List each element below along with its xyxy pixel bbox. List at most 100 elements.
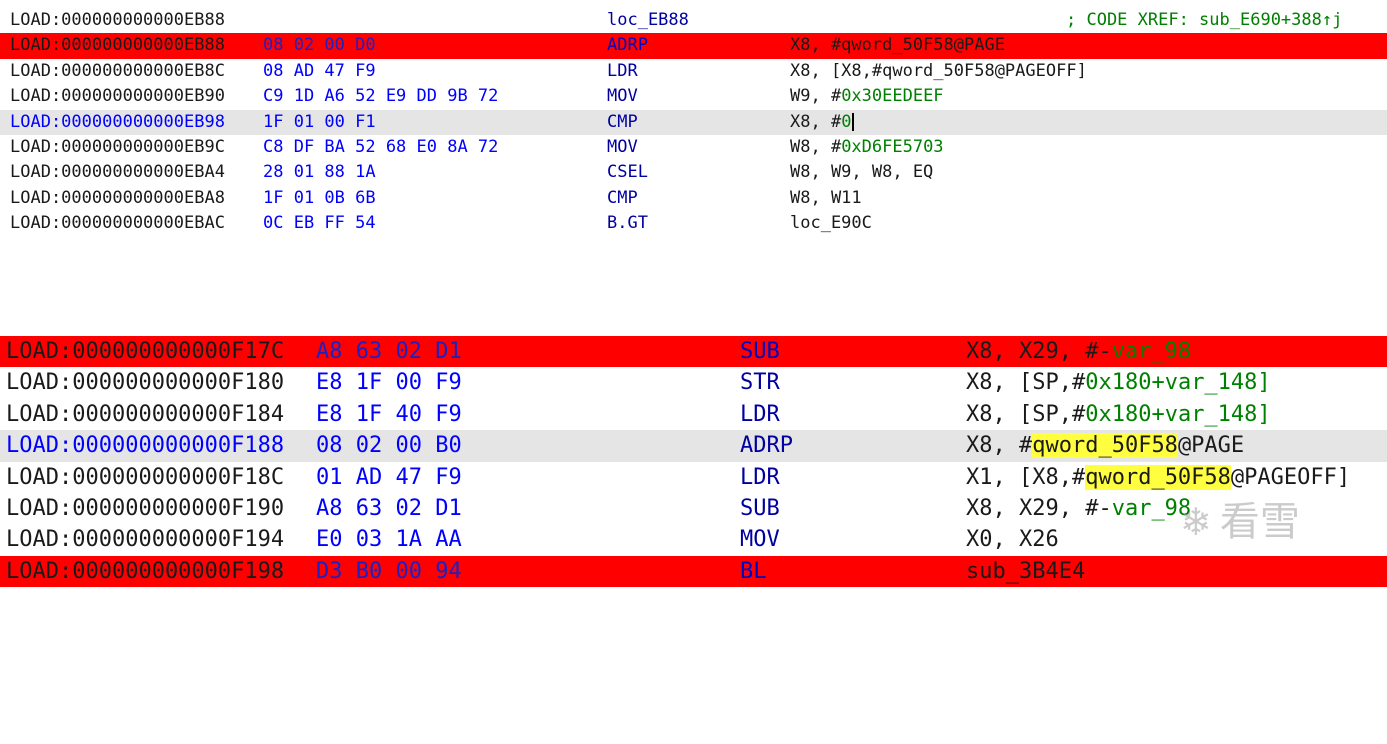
watermark-text: 看雪 <box>1219 499 1300 545</box>
mnemonic: LDR <box>740 464 780 490</box>
opcode-bytes: E8 1F 00 F9 <box>316 370 462 396</box>
opcode-bytes: C9 1D A6 52 E9 DD 9B 72 <box>263 86 499 107</box>
address: LOAD:000000000000F190 <box>6 496 285 521</box>
watermark: ❄ 看雪 <box>1180 492 1380 552</box>
operands[interactable]: X8, [X8,#qword_50F58@PAGEOFF] <box>790 59 1087 84</box>
operand-immediate: 0x30EEDEEF <box>841 86 944 107</box>
mnemonic: ADRP <box>607 35 648 56</box>
bottom-disassembly-view[interactable]: LOAD:000000000000F17C A8 63 02 D1 SUB X8… <box>0 336 1387 589</box>
address: LOAD:000000000000EBA8 <box>10 187 225 208</box>
operand-text: W9, # <box>790 86 842 107</box>
operand-variable: +var_148] <box>1151 370 1271 396</box>
label-row[interactable]: LOAD:000000000000EB88 loc_EB88 ; CODE XR… <box>0 8 1387 33</box>
operands[interactable]: W9, #0x30EEDEEF <box>790 84 944 109</box>
operands[interactable]: X8, #qword_50F58@PAGE <box>790 33 1005 58</box>
mnemonic: SUB <box>740 496 780 521</box>
instruction-row[interactable]: LOAD:000000000000EBA4 28 01 88 1A CSEL W… <box>0 160 1387 185</box>
instruction-row-breakpoint[interactable]: LOAD:000000000000F17C A8 63 02 D1 SUB X8… <box>0 336 1387 368</box>
operand-text: X8, # <box>966 433 1033 459</box>
instruction-row[interactable]: LOAD:000000000000EBA8 1F 01 0B 6B CMP W8… <box>0 186 1387 211</box>
opcode-bytes: 1F 01 0B 6B <box>263 187 376 208</box>
highlighted-symbol[interactable]: qword_50F58 <box>1032 433 1178 459</box>
mnemonic: MOV <box>607 86 638 107</box>
mnemonic: LDR <box>607 60 638 81</box>
snowflake-icon: ❄ <box>1180 500 1212 544</box>
operands[interactable]: X8, X29, #-var_98 <box>966 336 1191 367</box>
opcode-bytes: 08 02 00 B0 <box>316 433 462 459</box>
operands[interactable]: X8, [SP,#0x180+var_148] <box>966 367 1271 398</box>
address: LOAD:000000000000F17C <box>6 339 285 364</box>
opcode-bytes: 01 AD 47 F9 <box>316 464 462 490</box>
address: LOAD:000000000000EB8C <box>10 60 225 81</box>
instruction-row-current[interactable]: LOAD:000000000000F188 08 02 00 B0 ADRP X… <box>0 430 1387 462</box>
operand-suffix: @PAGEOFF] <box>1230 464 1351 490</box>
mnemonic: CSEL <box>607 162 648 183</box>
address: LOAD:000000000000EB88 <box>10 35 225 56</box>
operand-text: W8, # <box>790 137 842 157</box>
highlighted-symbol[interactable]: qword_50F58 <box>1085 464 1231 490</box>
operands[interactable]: X8, [SP,#0x180+var_148] <box>966 399 1271 430</box>
instruction-row[interactable]: LOAD:000000000000F190 A8 63 02 D1 SUB X8… <box>0 493 1387 524</box>
instruction-row-current[interactable]: LOAD:000000000000EB98 1F 01 00 F1 CMP X8… <box>0 109 1387 135</box>
mnemonic: CMP <box>607 111 638 132</box>
address: LOAD:000000000000EB98 <box>10 111 225 132</box>
instruction-row[interactable]: LOAD:000000000000EB90 C9 1D A6 52 E9 DD … <box>0 84 1387 109</box>
opcode-bytes: 08 02 00 D0 <box>263 35 376 56</box>
address: LOAD:000000000000EBAC <box>10 213 225 234</box>
opcode-bytes: 1F 01 00 F1 <box>263 111 376 132</box>
code-xref-comment[interactable]: ; CODE XREF: sub_E690+388↑j <box>1066 8 1342 33</box>
operand-immediate: 0x180 <box>1085 370 1152 396</box>
mnemonic: BL <box>740 558 767 584</box>
operand-immediate: 0xD6FE5703 <box>841 137 944 157</box>
address: LOAD:000000000000EB90 <box>10 86 225 107</box>
mnemonic: B.GT <box>607 213 648 234</box>
mnemonic: CMP <box>607 187 638 208</box>
opcode-bytes: A8 63 02 D1 <box>316 339 462 364</box>
address: LOAD:000000000000EB88 <box>10 10 225 30</box>
mnemonic: STR <box>740 370 780 396</box>
opcode-bytes: 0C EB FF 54 <box>263 213 376 234</box>
instruction-row[interactable]: LOAD:000000000000EB9C C8 DF BA 52 68 E0 … <box>0 135 1387 160</box>
operands[interactable]: X0, X26 <box>966 524 1059 555</box>
instruction-row[interactable]: LOAD:000000000000F184 E8 1F 40 F9 LDR X8… <box>0 399 1387 430</box>
mnemonic: LDR <box>740 401 780 427</box>
address: LOAD:000000000000F184 <box>6 401 285 427</box>
instruction-row-breakpoint[interactable]: LOAD:000000000000EB88 08 02 00 D0 ADRP X… <box>0 33 1387 59</box>
mnemonic: ADRP <box>740 433 793 459</box>
operand-text: X8, [SP,# <box>966 401 1086 427</box>
opcode-bytes: A8 63 02 D1 <box>316 496 462 521</box>
operands[interactable]: W8, W11 <box>790 186 862 211</box>
opcode-bytes: 28 01 88 1A <box>263 162 376 183</box>
operand-text: X8, X29, #- <box>966 339 1112 364</box>
address: LOAD:000000000000F198 <box>6 558 285 584</box>
instruction-row[interactable]: LOAD:000000000000EBAC 0C EB FF 54 B.GT l… <box>0 211 1387 236</box>
operand-variable: var_98 <box>1111 339 1192 364</box>
instruction-row[interactable]: LOAD:000000000000EB8C 08 AD 47 F9 LDR X8… <box>0 59 1387 84</box>
top-disassembly-view[interactable]: LOAD:000000000000EB88 loc_EB88 ; CODE XR… <box>0 8 1387 250</box>
instruction-row[interactable]: LOAD:000000000000F180 E8 1F 00 F9 STR X8… <box>0 367 1387 398</box>
operand-text: X8, [SP,# <box>966 370 1086 396</box>
instruction-row-breakpoint[interactable]: LOAD:000000000000F198 D3 B0 00 94 BL sub… <box>0 555 1387 588</box>
operands[interactable]: sub_3B4E4 <box>966 556 1085 587</box>
address: LOAD:000000000000EBA4 <box>10 162 225 183</box>
address: LOAD:000000000000F180 <box>6 370 285 396</box>
instruction-row[interactable]: LOAD:000000000000F194 E0 03 1A AA MOV X0… <box>0 524 1387 555</box>
operands[interactable]: X1, [X8,#qword_50F58@PAGEOFF] <box>966 462 1350 493</box>
opcode-bytes: C8 DF BA 52 68 E0 8A 72 <box>263 137 499 157</box>
operand-variable: +var_148] <box>1151 401 1271 427</box>
operands[interactable]: loc_E90C <box>790 211 872 236</box>
operand-immediate: 0 <box>841 111 852 132</box>
operands[interactable]: W8, #0xD6FE5703 <box>790 135 944 160</box>
opcode-bytes: 08 AD 47 F9 <box>263 60 376 81</box>
operands[interactable]: X8, X29, #-var_98 <box>966 493 1191 524</box>
operands[interactable]: W8, W9, W8, EQ <box>790 160 933 185</box>
opcode-bytes: D3 B0 00 94 <box>316 558 462 584</box>
operand-text: X8, X29, #- <box>966 496 1112 521</box>
address: LOAD:000000000000F18C <box>6 464 285 490</box>
operands[interactable]: X8, #qword_50F58@PAGE <box>966 430 1244 461</box>
address: LOAD:000000000000F188 <box>6 433 285 459</box>
mnemonic: MOV <box>607 137 638 157</box>
instruction-row[interactable]: LOAD:000000000000F18C 01 AD 47 F9 LDR X1… <box>0 462 1387 493</box>
code-label[interactable]: loc_EB88 <box>607 8 689 33</box>
operands[interactable]: X8, #0 <box>790 110 855 135</box>
